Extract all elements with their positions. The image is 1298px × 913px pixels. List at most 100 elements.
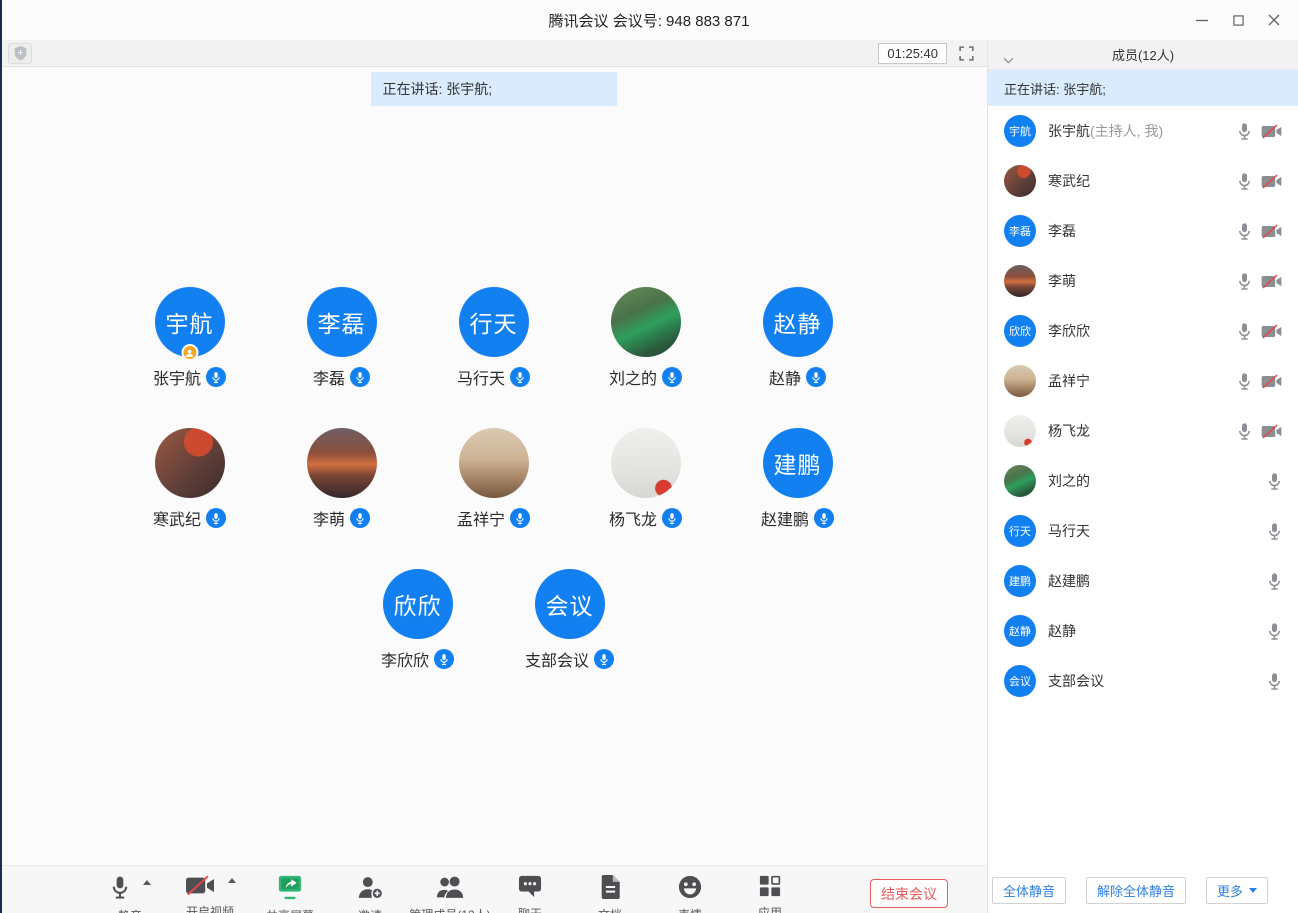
participant-tile[interactable]: 李磊李磊: [266, 287, 418, 388]
member-name: 杨飞龙: [1048, 421, 1090, 441]
camera-off-icon[interactable]: [1261, 324, 1282, 339]
participant-tile[interactable]: 建鹏赵建鹏: [722, 428, 874, 529]
participant-tile[interactable]: 杨飞龙: [570, 428, 722, 529]
member-status-icons: [1237, 122, 1282, 141]
camera-off-icon: [185, 875, 215, 896]
member-row[interactable]: 李萌: [988, 256, 1298, 306]
member-row[interactable]: 建鹏赵建鹏: [988, 556, 1298, 606]
mic-active-icon[interactable]: [510, 508, 530, 528]
toolbar-invite-button[interactable]: 邀请: [330, 866, 410, 913]
mic-active-icon[interactable]: [206, 367, 226, 387]
toolbar-docs-button[interactable]: 文档: [570, 866, 650, 913]
expand-caret[interactable]: [228, 878, 236, 883]
mic-icon[interactable]: [1267, 472, 1282, 491]
participant-tile[interactable]: 李萌: [266, 428, 418, 529]
participant-name-row: 赵静: [769, 366, 826, 388]
participant-tile[interactable]: 孟祥宁: [418, 428, 570, 529]
mic-icon: [110, 875, 130, 900]
participant-name: 杨飞龙: [609, 506, 657, 530]
member-row[interactable]: 赵静赵静: [988, 606, 1298, 656]
member-row[interactable]: 孟祥宁: [988, 356, 1298, 406]
camera-off-icon[interactable]: [1261, 224, 1282, 239]
member-status-icons: [1267, 522, 1282, 541]
mic-active-icon[interactable]: [814, 508, 834, 528]
member-row[interactable]: 李磊李磊: [988, 206, 1298, 256]
participant-tile[interactable]: 行天马行天: [418, 287, 570, 388]
mic-icon[interactable]: [1267, 522, 1282, 541]
camera-off-icon[interactable]: [1261, 174, 1282, 189]
close-button[interactable]: [1256, 0, 1292, 40]
participant-name-row: 李磊: [313, 366, 370, 388]
mic-icon[interactable]: [1237, 222, 1252, 241]
toolbar-mute-button[interactable]: 静音: [90, 866, 170, 913]
member-row[interactable]: 行天马行天: [988, 506, 1298, 556]
toolbar-icon-row: [185, 875, 236, 896]
mic-active-icon[interactable]: [434, 649, 454, 669]
participant-tile[interactable]: 会议支部会议: [494, 569, 646, 670]
mic-active-icon[interactable]: [350, 367, 370, 387]
unmute-all-button[interactable]: 解除全体静音: [1086, 877, 1186, 904]
mic-active-icon[interactable]: [806, 367, 826, 387]
avatar-initials: 会议: [535, 569, 605, 639]
toolbar-members-button[interactable]: 管理成员(12人): [410, 866, 490, 913]
meeting-info-bar: 01:25:40: [0, 40, 987, 67]
end-meeting-button[interactable]: 结束会议: [870, 879, 948, 908]
mic-active-icon[interactable]: [206, 508, 226, 528]
member-name: 赵静: [1048, 621, 1076, 641]
camera-off-icon[interactable]: [1261, 274, 1282, 289]
mic-icon[interactable]: [1237, 122, 1252, 141]
toolbar-label: 表情: [678, 906, 702, 913]
toolbar-emoji-button[interactable]: 表情: [650, 866, 730, 913]
mic-active-icon[interactable]: [662, 367, 682, 387]
participant-name: 李欣欣: [381, 647, 429, 671]
mic-icon[interactable]: [1237, 172, 1252, 191]
invite-icon: [357, 875, 384, 900]
collapse-panel-button[interactable]: [1003, 51, 1014, 69]
camera-off-icon[interactable]: [1261, 424, 1282, 439]
participant-name-row: 刘之的: [609, 366, 682, 388]
fullscreen-button[interactable]: [958, 45, 975, 62]
member-name: 刘之的: [1048, 471, 1090, 491]
avatar-initials: 建鹏: [763, 428, 833, 498]
mic-icon[interactable]: [1267, 572, 1282, 591]
participant-tile[interactable]: 寒武纪: [114, 428, 266, 529]
mic-icon[interactable]: [1237, 422, 1252, 441]
mic-active-icon[interactable]: [662, 508, 682, 528]
member-row[interactable]: 寒武纪: [988, 156, 1298, 206]
participant-tile[interactable]: 刘之的: [570, 287, 722, 388]
mic-active-icon[interactable]: [350, 508, 370, 528]
maximize-button[interactable]: [1220, 0, 1256, 40]
participant-tile[interactable]: 宇航张宇航: [114, 287, 266, 388]
window-edge: [0, 0, 2, 913]
bottom-toolbar: 静音开启视频共享屏幕邀请 管理成员(12人)聊天文档表情 应用 结束会议: [0, 865, 987, 913]
mute-all-button[interactable]: 全体静音: [992, 877, 1066, 904]
toolbar-video-button[interactable]: 开启视频: [170, 866, 250, 913]
member-row[interactable]: 宇航张宇航(主持人, 我): [988, 106, 1298, 156]
participant-name: 赵建鹏: [761, 506, 809, 530]
toolbar-apps-button[interactable]: 应用: [730, 866, 810, 913]
member-row[interactable]: 会议支部会议: [988, 656, 1298, 706]
more-button[interactable]: 更多: [1206, 877, 1268, 904]
meeting-security-button[interactable]: [8, 43, 32, 64]
mic-icon[interactable]: [1237, 322, 1252, 341]
member-row[interactable]: 欣欣李欣欣: [988, 306, 1298, 356]
mic-icon[interactable]: [1237, 272, 1252, 291]
mic-active-icon[interactable]: [510, 367, 530, 387]
member-row[interactable]: 刘之的: [988, 456, 1298, 506]
mic-active-icon[interactable]: [594, 649, 614, 669]
member-row[interactable]: 杨飞龙: [988, 406, 1298, 456]
minimize-button[interactable]: [1184, 0, 1220, 40]
participant-tile[interactable]: 欣欣李欣欣: [342, 569, 494, 670]
participant-tile[interactable]: 赵静赵静: [722, 287, 874, 388]
member-status-icons: [1267, 472, 1282, 491]
toolbar-label: 邀请: [358, 907, 382, 913]
camera-off-icon[interactable]: [1261, 124, 1282, 139]
toolbar-icon-row: [277, 875, 303, 900]
mic-icon[interactable]: [1237, 372, 1252, 391]
mic-icon[interactable]: [1267, 672, 1282, 691]
expand-caret[interactable]: [143, 880, 151, 885]
camera-off-icon[interactable]: [1261, 374, 1282, 389]
mic-icon[interactable]: [1267, 622, 1282, 641]
toolbar-share-button[interactable]: 共享屏幕: [250, 866, 330, 913]
toolbar-chat-button[interactable]: 聊天: [490, 866, 570, 913]
